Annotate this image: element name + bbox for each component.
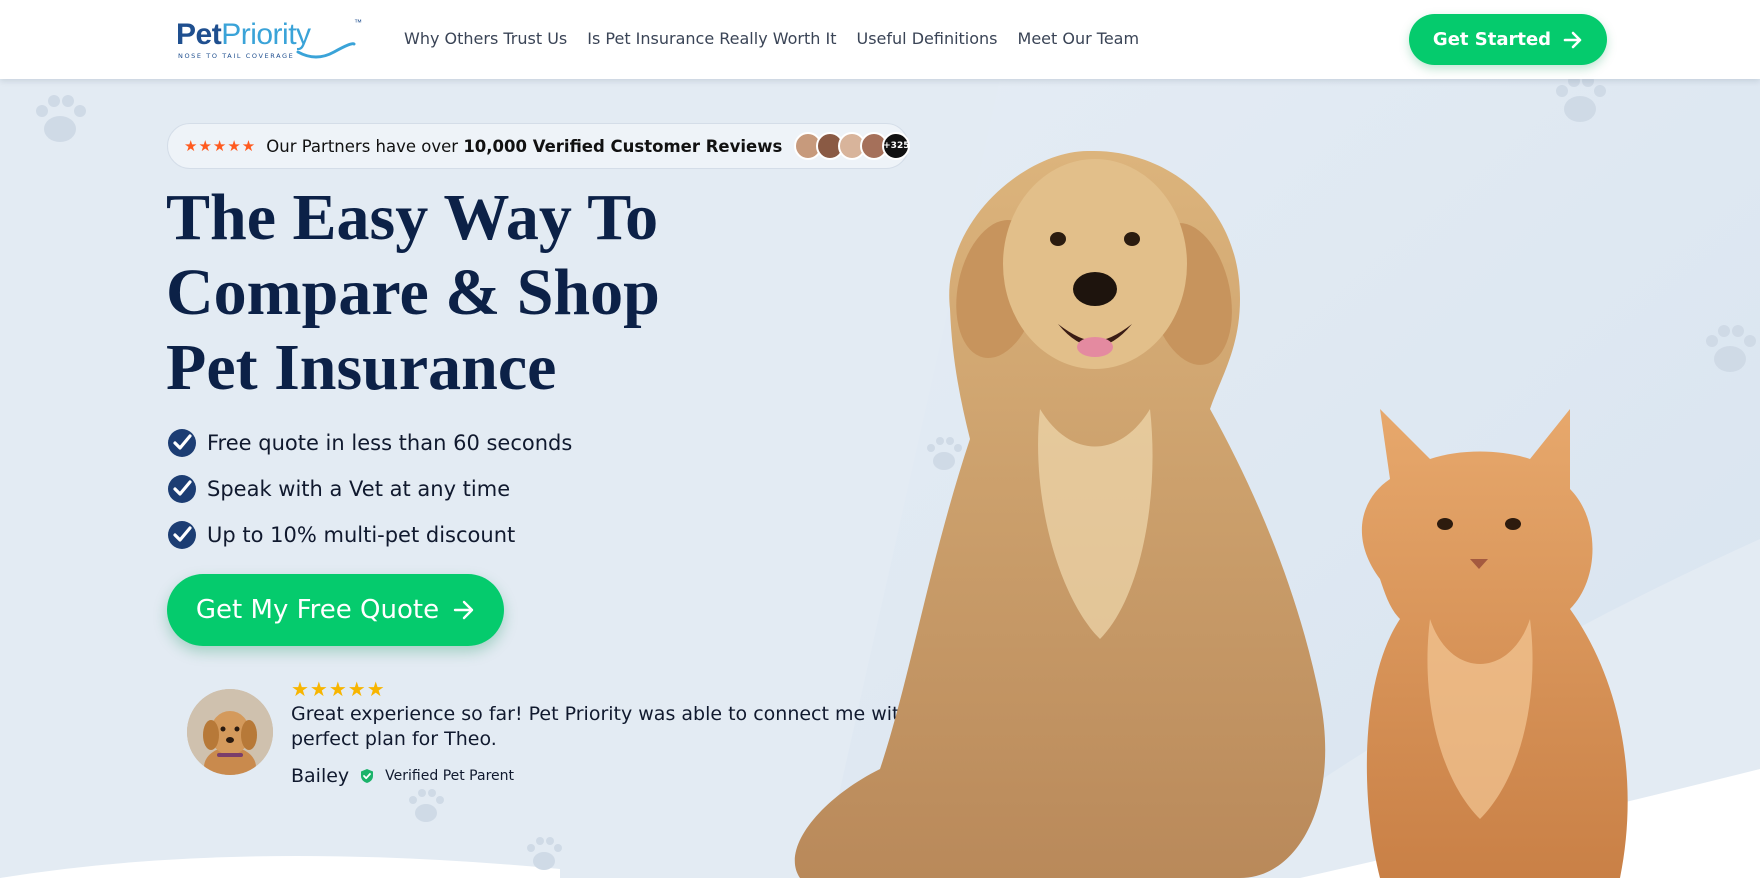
reviews-text-prefix: Our Partners have over bbox=[266, 136, 464, 156]
get-free-quote-label: Get My Free Quote bbox=[195, 595, 440, 625]
nav-link-useful-definitions[interactable]: Useful Definitions bbox=[857, 29, 998, 48]
testimonial-stars: ★★★★★ bbox=[291, 679, 386, 701]
benefit-item: Speak with a Vet at any time bbox=[167, 466, 572, 512]
check-badge-icon bbox=[168, 475, 196, 503]
benefit-text: Free quote in less than 60 seconds bbox=[207, 431, 573, 455]
verified-badge-text: Verified Pet Parent bbox=[385, 768, 515, 784]
reviews-text-bold: 10,000 Verified Customer Reviews bbox=[463, 136, 783, 156]
nav-link-is-pet-insurance-worth-it[interactable]: Is Pet Insurance Really Worth It bbox=[587, 29, 836, 48]
puppy-photo bbox=[187, 689, 273, 775]
headline-line: Compare & Shop bbox=[166, 256, 660, 329]
nav-link-why-others-trust-us[interactable]: Why Others Trust Us bbox=[404, 29, 567, 48]
get-started-button[interactable]: Get Started bbox=[1409, 14, 1607, 65]
brand-tagline: NOSE TO TAIL COVERAGE bbox=[178, 52, 295, 60]
benefits-list: Free quote in less than 60 seconds Speak… bbox=[167, 420, 572, 558]
arrow-right-icon bbox=[453, 600, 474, 620]
dog-and-cat-image bbox=[794, 150, 1628, 878]
brand-name-part1: Pet bbox=[176, 18, 222, 51]
benefit-text: Speak with a Vet at any time bbox=[207, 477, 511, 501]
brand-wordmark: PetPriority bbox=[176, 18, 311, 52]
rating-stars: ★★★★★ bbox=[184, 138, 257, 155]
testimonial-author-name: Bailey bbox=[291, 765, 350, 787]
verified-shield-icon bbox=[361, 769, 374, 783]
headline-line: The Easy Way To bbox=[166, 181, 659, 254]
orange-kitten bbox=[1361, 409, 1628, 878]
brand-swoosh-icon bbox=[296, 42, 356, 59]
site-header: PetPriority ™ NOSE TO TAIL COVERAGE Why … bbox=[0, 0, 1760, 79]
brand-logo[interactable]: PetPriority ™ NOSE TO TAIL COVERAGE bbox=[176, 18, 366, 64]
benefit-item: Up to 10% multi-pet discount bbox=[167, 512, 572, 558]
get-started-label: Get Started bbox=[1432, 29, 1552, 50]
testimonial-avatar bbox=[187, 689, 273, 775]
benefit-text: Up to 10% multi-pet discount bbox=[207, 523, 516, 547]
hero-headline: The Easy Way To Compare & Shop Pet Insur… bbox=[166, 180, 786, 405]
golden-retriever bbox=[794, 150, 1326, 878]
benefit-item: Free quote in less than 60 seconds bbox=[167, 420, 572, 466]
reviews-text: Our Partners have over 10,000 Verified C… bbox=[266, 137, 782, 156]
headline-line: Pet Insurance bbox=[166, 331, 557, 404]
brand-trademark: ™ bbox=[354, 18, 362, 27]
arrow-right-icon bbox=[1563, 31, 1582, 48]
nav-link-meet-our-team[interactable]: Meet Our Team bbox=[1018, 29, 1140, 48]
get-free-quote-button[interactable]: Get My Free Quote bbox=[167, 574, 504, 646]
check-badge-icon bbox=[168, 429, 196, 457]
testimonial-author: Bailey Verified Pet Parent bbox=[291, 765, 514, 787]
check-badge-icon bbox=[168, 521, 196, 549]
main-nav: Why Others Trust Us Is Pet Insurance Rea… bbox=[404, 29, 1139, 48]
